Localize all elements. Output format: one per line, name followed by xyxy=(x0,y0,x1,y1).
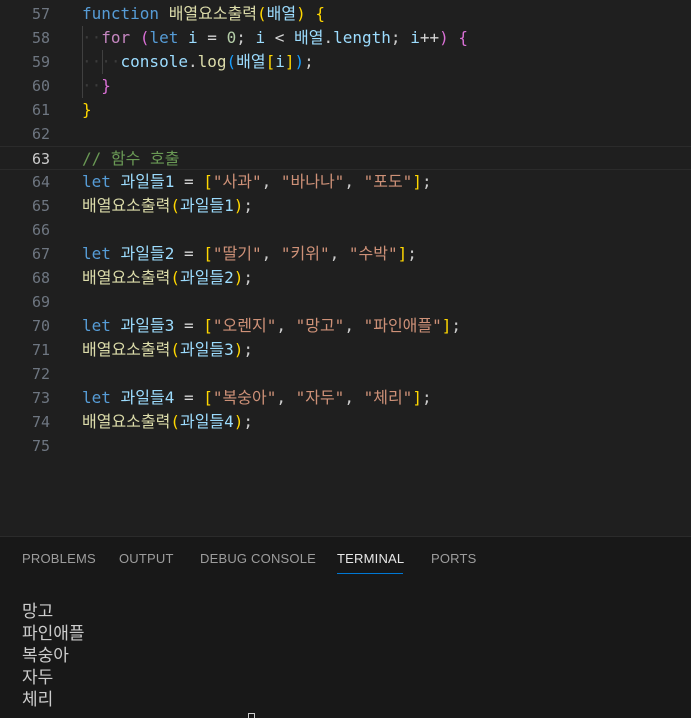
panel-tabs: PROBLEMS OUTPUT DEBUG CONSOLE TERMINAL P… xyxy=(0,537,691,577)
line-number: 67 xyxy=(31,245,50,263)
code-line[interactable]: 68 배열요소출력(과일들2); xyxy=(0,266,691,290)
terminal-line: 파인애플 xyxy=(22,624,85,644)
code-text: 배열요소출력(과일들3); xyxy=(82,340,254,359)
line-number: 75 xyxy=(31,437,50,455)
line-number: 57 xyxy=(31,5,50,23)
tab-terminal[interactable]: TERMINAL xyxy=(337,551,404,566)
line-number: 72 xyxy=(31,365,50,383)
code-editor[interactable]: 57 function 배열요소출력(배열) { 58 ··for (let i… xyxy=(0,0,691,536)
line-number: 73 xyxy=(31,389,50,407)
line-number: 59 xyxy=(31,53,50,71)
code-line[interactable]: 62 xyxy=(0,122,691,146)
code-line[interactable]: 64 let 과일들1 = ["사과", "바나나", "포도"]; xyxy=(0,170,691,194)
terminal-output[interactable]: 망고 파인애플 복숭아 자두 체리 xyxy=(22,601,85,711)
code-text: ····console.log(배열[i]); xyxy=(82,52,314,71)
code-line[interactable]: 71 배열요소출력(과일들3); xyxy=(0,338,691,362)
code-line[interactable]: 69 xyxy=(0,290,691,314)
code-line[interactable]: 74 배열요소출력(과일들4); xyxy=(0,410,691,434)
code-text: let 과일들1 = ["사과", "바나나", "포도"]; xyxy=(82,172,432,191)
code-text: let 과일들2 = ["딸기", "키위", "수박"]; xyxy=(82,244,417,263)
code-text: 배열요소출력(과일들1); xyxy=(82,196,254,215)
line-number: 70 xyxy=(31,317,50,335)
terminal-line: 체리 xyxy=(22,690,54,710)
code-line[interactable]: 70 let 과일들3 = ["오렌지", "망고", "파인애플"]; xyxy=(0,314,691,338)
line-number: 63 xyxy=(31,150,50,168)
tab-output[interactable]: OUTPUT xyxy=(119,551,174,566)
code-line[interactable]: 65 배열요소출력(과일들1); xyxy=(0,194,691,218)
code-line[interactable]: 59 ····console.log(배열[i]); xyxy=(0,50,691,74)
line-number: 62 xyxy=(31,125,50,143)
active-tab-indicator xyxy=(337,573,403,574)
line-number: 64 xyxy=(31,173,50,191)
line-number: 65 xyxy=(31,197,50,215)
code-text: 배열요소출력(과일들2); xyxy=(82,268,254,287)
tab-ports[interactable]: PORTS xyxy=(431,551,477,566)
code-text: let 과일들4 = ["복숭아", "자두", "체리"]; xyxy=(82,388,432,407)
code-text: // 함수 호출 xyxy=(82,149,180,168)
code-line-active[interactable]: 63 // 함수 호출 xyxy=(0,146,691,170)
line-number: 60 xyxy=(31,77,50,95)
tab-debug-console[interactable]: DEBUG CONSOLE xyxy=(200,551,316,566)
code-line[interactable]: 66 xyxy=(0,218,691,242)
line-number: 66 xyxy=(31,221,50,239)
code-text: let 과일들3 = ["오렌지", "망고", "파인애플"]; xyxy=(82,316,462,335)
code-text: } xyxy=(82,100,92,119)
code-line[interactable]: 61 } xyxy=(0,98,691,122)
code-line[interactable]: 60 ··} xyxy=(0,74,691,98)
bottom-panel: PROBLEMS OUTPUT DEBUG CONSOLE TERMINAL P… xyxy=(0,536,691,718)
code-line[interactable]: 57 function 배열요소출력(배열) { xyxy=(0,2,691,26)
code-text: 배열요소출력(과일들4); xyxy=(82,412,254,431)
code-text: ··} xyxy=(82,76,111,95)
terminal-line: 망고 xyxy=(22,602,54,622)
terminal-cursor xyxy=(248,713,255,718)
line-number: 74 xyxy=(31,413,50,431)
line-number: 71 xyxy=(31,341,50,359)
code-text: ··for (let i = 0; i < 배열.length; i++) { xyxy=(82,28,469,47)
code-line[interactable]: 75 xyxy=(0,434,691,458)
code-line[interactable]: 72 xyxy=(0,362,691,386)
line-number: 69 xyxy=(31,293,50,311)
code-line[interactable]: 67 let 과일들2 = ["딸기", "키위", "수박"]; xyxy=(0,242,691,266)
code-text: function 배열요소출력(배열) { xyxy=(82,4,326,23)
terminal-line: 자두 xyxy=(22,668,54,688)
line-number: 58 xyxy=(31,29,50,47)
code-line[interactable]: 58 ··for (let i = 0; i < 배열.length; i++)… xyxy=(0,26,691,50)
code-line[interactable]: 73 let 과일들4 = ["복숭아", "자두", "체리"]; xyxy=(0,386,691,410)
tab-problems[interactable]: PROBLEMS xyxy=(22,551,96,566)
line-number: 68 xyxy=(31,269,50,287)
terminal-line: 복숭아 xyxy=(22,646,69,666)
line-number: 61 xyxy=(31,101,50,119)
